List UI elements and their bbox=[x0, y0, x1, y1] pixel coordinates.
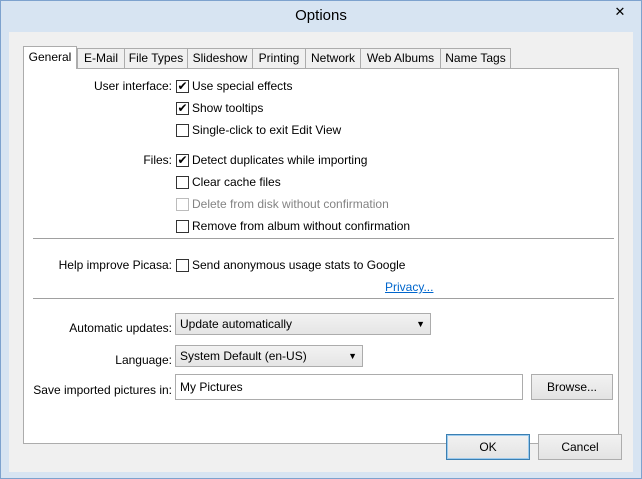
checkbox-label: Single-click to exit Edit View bbox=[192, 123, 342, 137]
automatic-updates-label: Automatic updates: bbox=[69, 321, 172, 335]
cancel-button[interactable]: Cancel bbox=[538, 434, 622, 460]
general-tab-panel: User interface: ✔ Use special effects ✔ … bbox=[23, 68, 619, 444]
checkbox-box bbox=[176, 220, 189, 233]
save-location-label: Save imported pictures in: bbox=[33, 383, 172, 397]
save-location-field[interactable]: My Pictures bbox=[175, 374, 523, 400]
checkbox-label: Show tooltips bbox=[192, 101, 264, 115]
tab-name-tags[interactable]: Name Tags bbox=[440, 48, 511, 68]
tab-network[interactable]: Network bbox=[305, 48, 361, 68]
checkbox-label: Use special effects bbox=[192, 79, 293, 93]
ok-button[interactable]: OK bbox=[446, 434, 530, 460]
checkmark-icon: ✔ bbox=[177, 101, 188, 115]
close-icon: ✕ bbox=[614, 4, 626, 19]
tab-email[interactable]: E-Mail bbox=[77, 48, 125, 68]
tab-printing[interactable]: Printing bbox=[252, 48, 306, 68]
checkmark-icon: ✔ bbox=[177, 79, 188, 93]
tab-file-types[interactable]: File Types bbox=[124, 48, 188, 68]
chevron-down-icon: ▼ bbox=[348, 351, 357, 361]
user-interface-label: User interface: bbox=[93, 79, 172, 93]
checkbox-box bbox=[176, 176, 189, 189]
tab-general[interactable]: General bbox=[23, 46, 77, 69]
privacy-link[interactable]: Privacy... bbox=[385, 280, 433, 294]
checkbox-box: ✔ bbox=[176, 102, 189, 115]
tab-web-albums[interactable]: Web Albums bbox=[360, 48, 441, 68]
language-label: Language: bbox=[115, 353, 172, 367]
checkbox-label: Clear cache files bbox=[192, 175, 281, 189]
automatic-updates-dropdown[interactable]: Update automatically ▼ bbox=[175, 313, 431, 335]
dialog-client-area: General E-Mail File Types Slideshow Prin… bbox=[9, 32, 633, 472]
help-improve-label: Help improve Picasa: bbox=[58, 258, 172, 272]
chevron-down-icon: ▼ bbox=[416, 319, 425, 329]
separator bbox=[33, 238, 614, 239]
files-label: Files: bbox=[143, 153, 172, 167]
checkbox-box: ✔ bbox=[176, 154, 189, 167]
checkbox-label: Delete from disk without confirmation bbox=[192, 197, 389, 211]
window-title: Options bbox=[295, 7, 347, 24]
checkmark-icon: ✔ bbox=[177, 153, 188, 167]
options-dialog: Options ✕ General E-Mail File Types Slid… bbox=[0, 0, 642, 479]
checkbox-label: Send anonymous usage stats to Google bbox=[192, 258, 406, 272]
checkbox-box bbox=[176, 259, 189, 272]
checkbox-label: Remove from album without confirmation bbox=[192, 219, 411, 233]
checkbox-label: Detect duplicates while importing bbox=[192, 153, 368, 167]
checkbox-box bbox=[176, 124, 189, 137]
tab-slideshow[interactable]: Slideshow bbox=[187, 48, 253, 68]
checkbox-box bbox=[176, 198, 189, 211]
title-bar: Options ✕ bbox=[1, 1, 641, 31]
close-button[interactable]: ✕ bbox=[605, 2, 635, 22]
browse-button[interactable]: Browse... bbox=[531, 374, 613, 400]
language-dropdown[interactable]: System Default (en-US) ▼ bbox=[175, 345, 363, 367]
dropdown-value: System Default (en-US) bbox=[180, 349, 307, 363]
dropdown-value: Update automatically bbox=[180, 317, 293, 331]
checkbox-box: ✔ bbox=[176, 80, 189, 93]
separator bbox=[33, 298, 614, 299]
